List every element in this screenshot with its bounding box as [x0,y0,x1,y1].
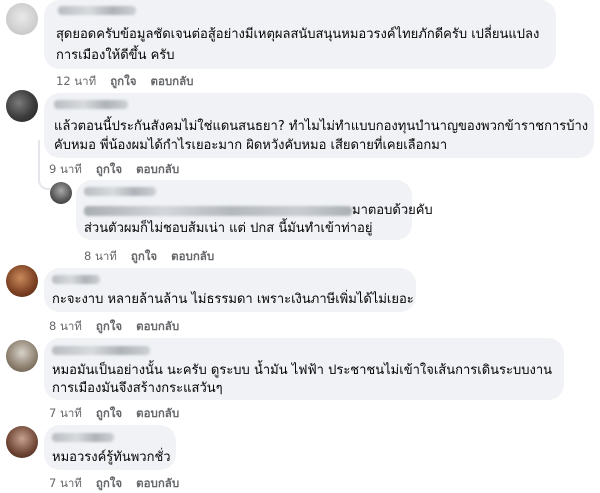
timestamp[interactable]: 12 นาที [56,74,96,88]
like-button[interactable]: ถูกใจ [96,162,122,176]
author-name-redacted[interactable] [54,100,128,109]
comment-actions: 7 นาที ถูกใจ ตอบกลับ [49,405,193,423]
comment-text-line: สุดยอดครับข้อมูลชัดเจนต่อสู้อย่างมีเหตุผ… [56,27,540,42]
author-name-redacted[interactable] [84,187,156,196]
reply-button[interactable]: ตอบกลับ [136,319,179,333]
comment-text-line: แล้วตอนนี้ประกันสังคมไม่ใช่แดนสนธยา? ทำไ… [54,119,589,134]
like-button[interactable]: ถูกใจ [110,74,136,88]
avatar[interactable] [6,426,38,458]
avatar[interactable] [6,265,38,297]
comment-actions: 12 นาที ถูกใจ ตอบกลับ [56,73,207,91]
author-name-redacted[interactable] [52,275,100,284]
comment-text-line: การเมืองให้ดีขึ้น ครับ [56,48,175,63]
author-name-redacted[interactable] [52,346,150,355]
like-button[interactable]: ถูกใจ [131,249,157,263]
timestamp[interactable]: 7 นาที [49,406,82,420]
timestamp[interactable]: 8 นาที [49,319,82,333]
like-button[interactable]: ถูกใจ [96,406,122,420]
reply-thread-line [38,140,50,190]
like-button[interactable]: ถูกใจ [96,476,122,490]
author-name-redacted[interactable] [58,6,136,15]
reply-button[interactable]: ตอบกลับ [171,249,214,263]
avatar[interactable] [50,182,72,204]
reply-button[interactable]: ตอบกลับ [150,74,193,88]
comment-actions: 7 นาที ถูกใจ ตอบกลับ [49,475,193,493]
comment-actions: 8 นาที ถูกใจ ตอบกลับ [49,318,193,336]
comment-text-line: การเมืองมันจึงสร้างกระแสวันๆ [52,381,223,396]
timestamp[interactable]: 9 นาที [49,162,82,176]
comment-text-line: คับหมอ พี่น้องผมได้กำไรเยอะมาก ผิดหวังคั… [54,138,448,153]
comment-text-line: กะจะงาบ หลายล้านล้าน ไม่ธรรมดา เพราะเงิน… [52,292,414,307]
comment-actions: 8 นาที ถูกใจ ตอบกลับ [84,248,228,266]
mention-redacted[interactable] [84,206,352,216]
timestamp[interactable]: 8 นาที [84,249,117,263]
reply-button[interactable]: ตอบกลับ [136,162,179,176]
reply-button[interactable]: ตอบกลับ [136,476,179,490]
like-button[interactable]: ถูกใจ [96,319,122,333]
comment-text-line: หมอวรงค์รู้ทันพวกชั่ว [52,450,171,465]
reply-button[interactable]: ตอบกลับ [136,406,179,420]
comment-text-line: ส่วนตัวผมก็ไม่ชอบส้มเน่า แต่ ปกส นี้มันท… [84,221,373,236]
timestamp[interactable]: 7 นาที [49,476,82,490]
comment-actions: 9 นาที ถูกใจ ตอบกลับ [49,161,193,179]
avatar[interactable] [6,90,38,122]
avatar[interactable] [6,3,38,35]
author-name-redacted[interactable] [52,433,114,442]
avatar[interactable] [6,340,38,372]
